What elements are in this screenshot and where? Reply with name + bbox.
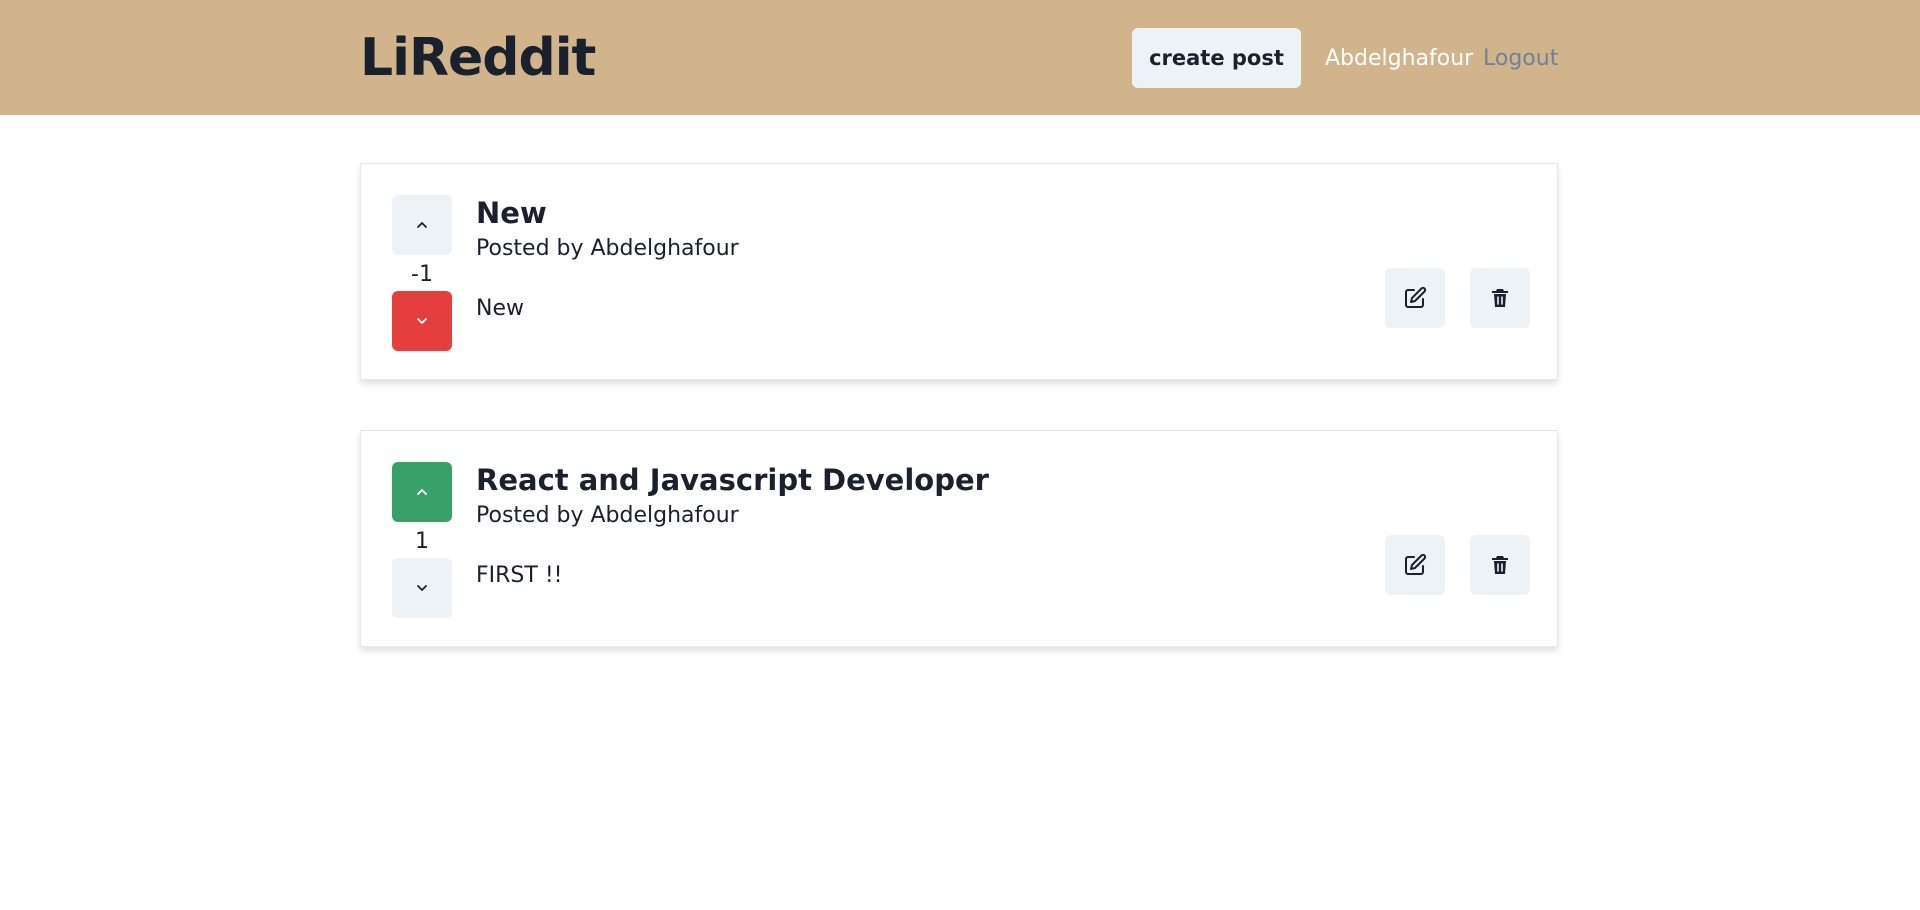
upvote-button[interactable] (392, 195, 452, 255)
chevron-up-icon (417, 489, 427, 495)
delete-post-button[interactable] (1470, 268, 1530, 328)
create-post-button[interactable]: create post (1132, 28, 1301, 88)
edit-icon (1405, 286, 1427, 308)
post-text: FIRST !! (476, 563, 563, 588)
delete-post-button[interactable] (1470, 535, 1530, 595)
post-author: Posted by Abdelghafour (476, 236, 739, 261)
navbar: LiReddit create post Abdelghafour Logout (0, 0, 1920, 115)
vote-count: 1 (415, 529, 429, 554)
post-author: Posted by Abdelghafour (476, 503, 739, 528)
edit-post-button[interactable] (1385, 535, 1445, 595)
downvote-button[interactable] (392, 558, 452, 618)
trash-icon (1492, 556, 1508, 574)
post-card: -1 New Posted by Abdelghafour New (360, 163, 1558, 380)
chevron-down-icon (417, 585, 427, 591)
downvote-button[interactable] (392, 291, 452, 351)
vote-count: -1 (411, 262, 433, 287)
post-text: New (476, 296, 524, 321)
logout-link[interactable]: Logout (1483, 44, 1558, 74)
trash-icon (1492, 289, 1508, 307)
chevron-down-icon (417, 318, 427, 324)
username-label: Abdelghafour (1325, 46, 1474, 71)
edit-post-button[interactable] (1385, 268, 1445, 328)
post-title[interactable]: React and Javascript Developer (476, 461, 989, 499)
chevron-up-icon (417, 222, 427, 228)
post-title[interactable]: New (476, 194, 547, 232)
post-card: 1 React and Javascript Developer Posted … (360, 430, 1558, 647)
upvote-button[interactable] (392, 462, 452, 522)
edit-icon (1405, 553, 1427, 575)
brand-logo[interactable]: LiReddit (360, 22, 596, 94)
